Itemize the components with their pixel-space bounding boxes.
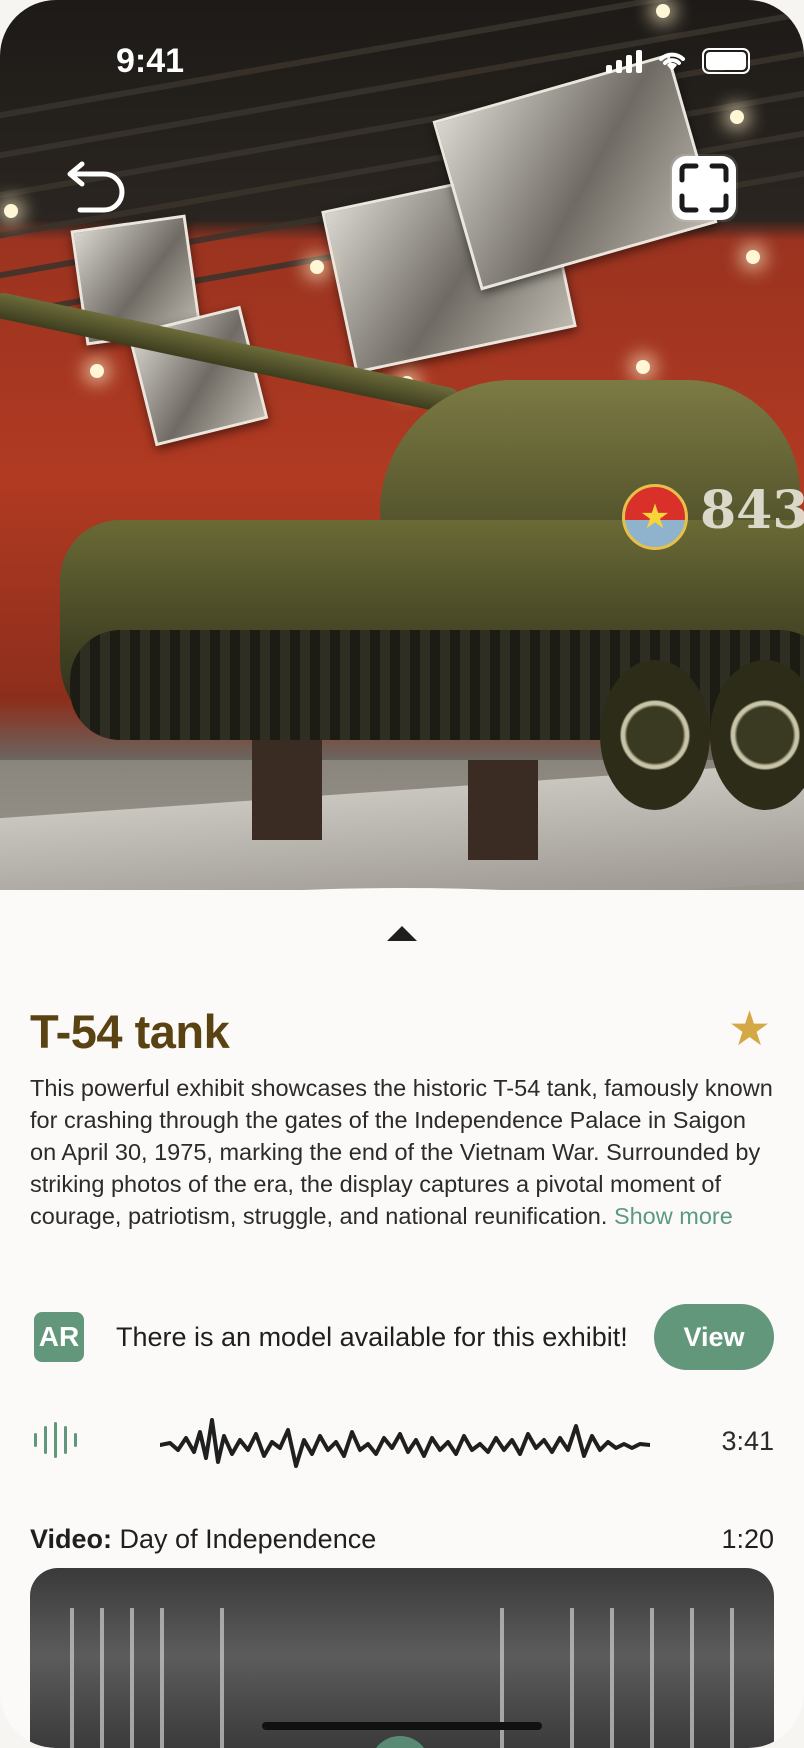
video-label: Video: Day of Independence	[30, 1524, 376, 1555]
ar-banner: AR There is an model available for this …	[34, 1304, 774, 1374]
exhibit-photo: ★ 843	[0, 0, 804, 1000]
home-indicator[interactable]	[262, 1722, 542, 1730]
ar-message: There is an model available for this exh…	[116, 1322, 628, 1352]
video-label-prefix: Video:	[30, 1524, 113, 1554]
audio-duration: 3:41	[721, 1426, 774, 1456]
ar-badge-icon: AR	[34, 1312, 84, 1362]
cellular-signal-icon	[606, 49, 642, 73]
audio-waveform[interactable]	[160, 1410, 650, 1480]
chevron-up-icon[interactable]	[387, 926, 417, 941]
audio-player[interactable]: 3:41	[34, 1400, 774, 1480]
exhibit-description: This powerful exhibit showcases the hist…	[30, 1072, 778, 1232]
play-icon[interactable]	[370, 1736, 430, 1748]
video-title: Day of Independence	[119, 1524, 377, 1554]
video-thumbnail[interactable]	[30, 1568, 774, 1748]
star-icon[interactable]: ★	[728, 1006, 771, 1054]
status-time: 9:41	[116, 42, 185, 80]
exhibit-title: T-54 tank	[30, 1005, 230, 1058]
wifi-icon	[659, 52, 685, 71]
video-duration: 1:20	[721, 1524, 774, 1554]
view-ar-button[interactable]: View	[654, 1304, 774, 1370]
audio-wave-icon[interactable]	[34, 1422, 77, 1458]
screen: ★ 843 9:41 T-54 tank ★ This powerful exh…	[0, 0, 804, 1748]
scan-icon[interactable]	[670, 154, 738, 222]
show-more-link[interactable]: Show more	[614, 1203, 733, 1229]
battery-icon	[702, 48, 750, 74]
status-icons	[606, 48, 750, 74]
back-arrow-icon[interactable]	[64, 152, 140, 216]
